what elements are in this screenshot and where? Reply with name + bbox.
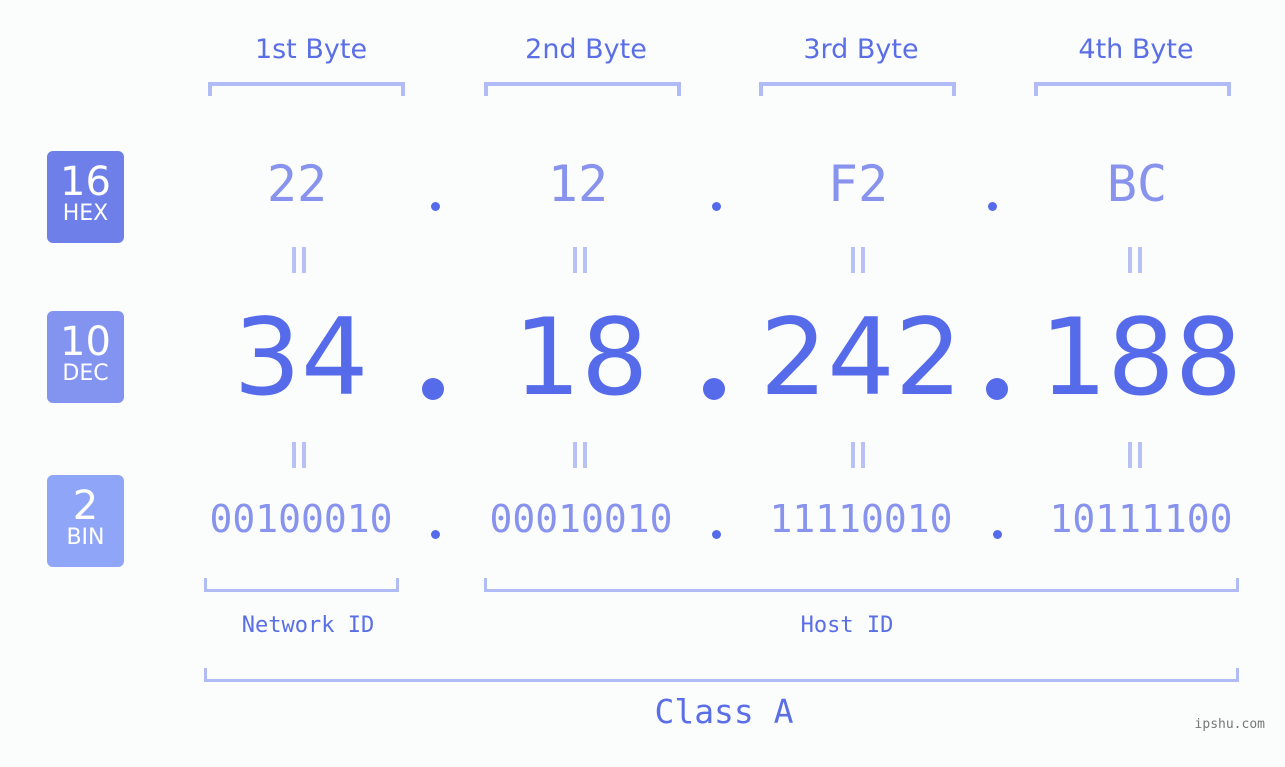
dec-dot-1 [422,378,444,400]
byte-bracket-2 [484,82,681,96]
bin-badge: 2 BIN [47,475,124,567]
equals-icon [851,442,865,468]
host-id-label: Host ID [800,613,894,638]
byte-label-2: 2nd Byte [525,34,647,65]
hex-badge: 16 HEX [47,151,124,243]
hex-dot-3 [988,202,997,211]
dec-badge-label: DEC [62,361,109,386]
watermark: ipshu.com [1194,717,1265,732]
equals-icon [573,442,587,468]
dec-value-4: 188 [1039,296,1243,419]
dec-badge-base: 10 [60,319,111,365]
equals-icon [573,247,587,273]
byte-label-1: 1st Byte [254,34,368,65]
equals-icon [851,247,865,273]
bin-value-3: 11110010 [769,497,953,541]
hex-value-2: 12 [547,155,609,213]
dec-dot-2 [703,378,725,400]
hex-dot-2 [712,202,721,211]
hex-value-4: BC [1106,155,1168,213]
hex-badge-base: 16 [60,159,111,205]
network-id-bracket [204,578,399,592]
host-id-bracket [484,578,1239,592]
equals-icon [1128,247,1142,273]
bin-value-1: 00100010 [209,497,393,541]
byte-bracket-1 [208,82,405,96]
dec-dot-3 [986,378,1008,400]
bin-value-4: 10111100 [1049,497,1233,541]
bin-dot-2 [712,530,721,539]
bin-dot-1 [431,530,440,539]
hex-value-3: F2 [827,155,889,213]
dec-value-2: 18 [513,296,649,419]
dec-value-3: 242 [759,296,963,419]
class-label: Class A [654,692,794,731]
bin-badge-label: BIN [66,525,105,550]
equals-icon [292,247,306,273]
bin-value-2: 00010010 [489,497,673,541]
class-bracket [204,668,1239,682]
byte-bracket-3 [759,82,956,96]
byte-label-4: 4th Byte [1078,34,1194,65]
hex-dot-1 [431,202,440,211]
dec-badge: 10 DEC [47,311,124,403]
hex-badge-label: HEX [62,201,109,226]
bin-dot-3 [993,530,1002,539]
bin-badge-base: 2 [72,483,99,529]
byte-label-3: 3rd Byte [803,34,919,65]
hex-value-1: 22 [266,155,328,213]
equals-icon [1128,442,1142,468]
network-id-label: Network ID [241,613,375,638]
byte-bracket-4 [1034,82,1231,96]
equals-icon [292,442,306,468]
dec-value-1: 34 [233,296,369,419]
